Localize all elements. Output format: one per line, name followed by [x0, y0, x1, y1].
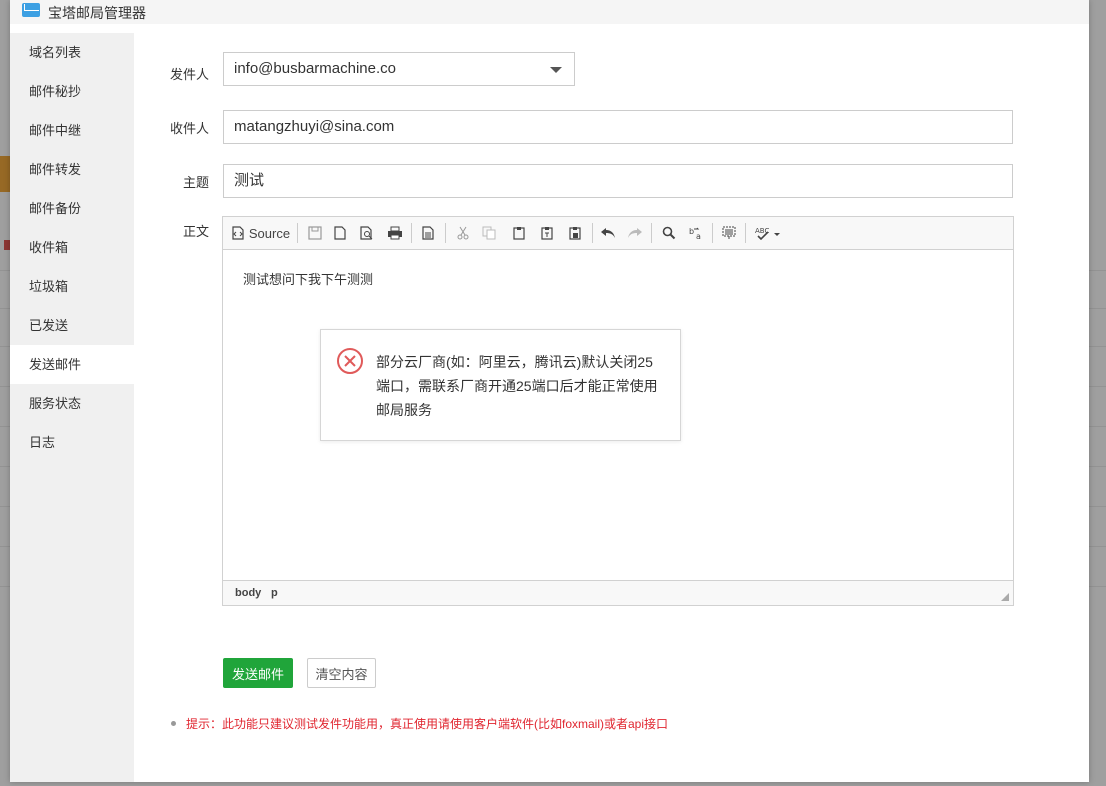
- paste-word-icon[interactable]: [565, 223, 585, 243]
- sidebar-item-inbox[interactable]: 收件箱: [10, 228, 134, 267]
- svg-text:b: b: [689, 227, 694, 236]
- sidebar-item-backup[interactable]: 邮件备份: [10, 189, 134, 228]
- undo-icon[interactable]: [598, 223, 618, 243]
- spellcheck-icon[interactable]: ABC: [753, 223, 783, 243]
- subject-label: 主题: [182, 175, 209, 190]
- preview-icon[interactable]: [357, 223, 377, 243]
- editor-toolbar: Source b a ABC: [223, 217, 1013, 250]
- dialog-titlebar[interactable]: 宝塔邮局管理器: [10, 0, 1089, 24]
- sidebar-item-sent[interactable]: 已发送: [10, 306, 134, 345]
- tip-text: 提示：此功能只建议测试发件功能用，真正使用请使用客户端软件(比如foxmail)…: [186, 717, 669, 731]
- sidebar: 域名列表 邮件秘抄 邮件中继 邮件转发 邮件备份 收件箱 垃圾箱 已发送 发送邮…: [10, 33, 134, 782]
- editor-content[interactable]: 测试想问下我下午测测: [243, 269, 373, 288]
- source-button[interactable]: Source: [231, 223, 291, 243]
- toolbar-divider: [297, 223, 298, 243]
- sidebar-item-send-mail[interactable]: 发送邮件: [10, 345, 134, 384]
- sidebar-item-service-status[interactable]: 服务状态: [10, 384, 134, 423]
- select-all-icon[interactable]: [719, 223, 739, 243]
- toolbar-divider: [651, 223, 652, 243]
- find-icon[interactable]: [659, 223, 679, 243]
- toolbar-divider: [712, 223, 713, 243]
- templates-icon[interactable]: [418, 223, 438, 243]
- print-icon[interactable]: [385, 223, 405, 243]
- error-alert: 部分云厂商(如：阿里云，腾讯云)默认关闭25端口，需联系厂商开通25端口后才能正…: [320, 329, 681, 441]
- paste-text-icon[interactable]: [537, 223, 557, 243]
- chevron-down-icon: [550, 67, 562, 73]
- sidebar-item-domains[interactable]: 域名列表: [10, 33, 134, 72]
- mail-manager-dialog: 宝塔邮局管理器 域名列表 邮件秘抄 邮件中继 邮件转发 邮件备份 收件箱 垃圾箱…: [10, 0, 1089, 782]
- save-icon[interactable]: [305, 223, 325, 243]
- send-mail-button[interactable]: 发送邮件: [223, 658, 293, 688]
- mail-icon: [22, 3, 40, 17]
- path-item-p[interactable]: p: [271, 587, 278, 599]
- paste-icon[interactable]: [509, 223, 529, 243]
- alert-message: 部分云厂商(如：阿里云，腾讯云)默认关闭25端口，需联系厂商开通25端口后才能正…: [376, 354, 658, 418]
- toolbar-divider: [411, 223, 412, 243]
- svg-text:a: a: [696, 232, 701, 240]
- sidebar-item-logs[interactable]: 日志: [10, 423, 134, 462]
- new-page-icon[interactable]: [330, 223, 350, 243]
- sender-value: info@busbarmachine.co: [234, 60, 396, 77]
- recipient-value: matangzhuyi@sina.com: [234, 118, 395, 135]
- source-label: Source: [248, 225, 291, 241]
- dialog-title: 宝塔邮局管理器: [48, 5, 146, 21]
- resize-handle[interactable]: [1001, 593, 1009, 601]
- bullet-icon: [171, 721, 176, 726]
- error-icon: [337, 348, 363, 374]
- sidebar-item-forward[interactable]: 邮件转发: [10, 150, 134, 189]
- replace-icon[interactable]: ba: [686, 223, 706, 243]
- recipient-label: 收件人: [169, 121, 209, 136]
- cut-icon[interactable]: [453, 223, 473, 243]
- sidebar-item-spam[interactable]: 垃圾箱: [10, 267, 134, 306]
- editor-statusbar: body p: [223, 580, 1013, 605]
- clear-content-button[interactable]: 清空内容: [307, 658, 376, 688]
- subject-input[interactable]: 测试: [223, 164, 1013, 198]
- recipient-input[interactable]: matangzhuyi@sina.com: [223, 110, 1013, 144]
- source-icon: [232, 226, 244, 240]
- sender-label: 发件人: [169, 67, 209, 82]
- body-label: 正文: [182, 224, 209, 239]
- redo-icon[interactable]: [625, 223, 645, 243]
- copy-icon[interactable]: [479, 223, 499, 243]
- sender-select[interactable]: info@busbarmachine.co: [223, 52, 575, 86]
- path-item-body[interactable]: body: [235, 587, 261, 599]
- sidebar-item-bcc[interactable]: 邮件秘抄: [10, 72, 134, 111]
- toolbar-divider: [592, 223, 593, 243]
- toolbar-divider: [445, 223, 446, 243]
- toolbar-divider: [745, 223, 746, 243]
- sidebar-item-relay[interactable]: 邮件中继: [10, 111, 134, 150]
- subject-value: 测试: [234, 172, 265, 189]
